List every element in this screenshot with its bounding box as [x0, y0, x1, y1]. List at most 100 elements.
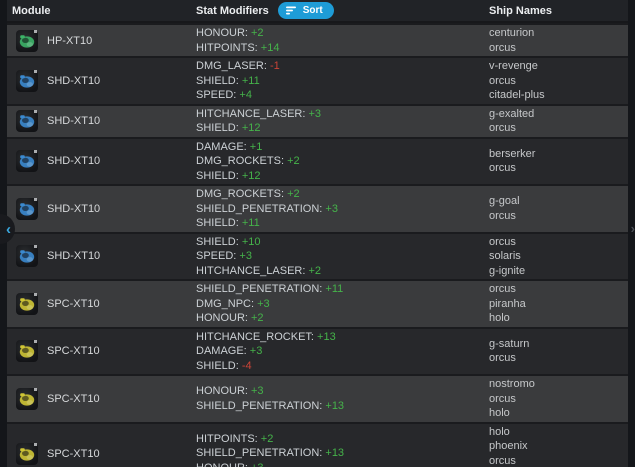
ship-name: orcus: [489, 282, 628, 297]
ship-names-cell: orcuspiranhaholo: [489, 282, 628, 326]
module-name: SHD-XT10: [47, 115, 100, 127]
ship-names-cell: v-revengeorcuscitadel-plus: [489, 59, 628, 103]
module-name: SHD-XT10: [47, 75, 100, 87]
ship-names-cell: centurionorcus: [489, 26, 628, 55]
stat-modifier: HITPOINTS: +14: [196, 41, 489, 56]
stat-modifier: SHIELD: +12: [196, 121, 489, 136]
stat-modifier: DMG_NPC: +3: [196, 297, 489, 312]
module-name: SPC-XT10: [47, 448, 100, 460]
module-level-mark: [34, 443, 37, 446]
module-level-mark: [34, 293, 37, 296]
stat-modifiers-cell: HITCHANCE_LASER: +3SHIELD: +12: [196, 107, 489, 136]
module-name: SHD-XT10: [47, 250, 100, 262]
module-cell: SPC-XT10: [7, 388, 196, 410]
shd-module-icon: [16, 198, 38, 220]
spc-module-icon: [16, 293, 38, 315]
ship-name: solaris: [489, 249, 628, 264]
stat-modifier: SHIELD: +12: [196, 169, 489, 184]
ship-names-cell: holophoenixorcus⋯1 more: [489, 425, 628, 467]
ship-name: citadel-plus: [489, 88, 628, 103]
sort-button[interactable]: Sort: [278, 2, 334, 19]
stat-modifiers-cell: HONOUR: +2HITPOINTS: +14: [196, 26, 489, 55]
stat-modifier: DAMAGE: +1: [196, 140, 489, 155]
carousel-next-icon: ›: [631, 221, 635, 236]
stat-modifiers-cell: SHIELD_PENETRATION: +11DMG_NPC: +3HONOUR…: [196, 282, 489, 326]
module-cell: SPC-XT10: [7, 443, 196, 465]
stat-modifier: HITCHANCE_LASER: +3: [196, 107, 489, 122]
ship-name: g-saturn: [489, 337, 628, 352]
ship-name: orcus: [489, 454, 628, 467]
stat-modifier: DAMAGE: +3: [196, 344, 489, 359]
ship-name: orcus: [489, 392, 628, 407]
stat-modifiers-cell: HONOUR: +3SHIELD_PENETRATION: +13: [196, 384, 489, 413]
stat-modifier: SPEED: +4: [196, 88, 489, 103]
ship-name: g-exalted: [489, 107, 628, 122]
ship-name: g-ignite: [489, 264, 628, 279]
stat-modifier: HITPOINTS: +2: [196, 432, 489, 447]
ship-names-cell: berserkerorcus: [489, 147, 628, 176]
ship-name: phoenix: [489, 439, 628, 454]
column-header-ship-names: Ship Names: [489, 5, 628, 17]
module-cell: SHD-XT10: [7, 198, 196, 220]
ship-names-cell: orcussolarisg-ignite: [489, 235, 628, 279]
module-level-mark: [34, 198, 37, 201]
module-level-mark: [34, 150, 37, 153]
ship-name: orcus: [489, 235, 628, 250]
stat-modifier: DMG_ROCKETS: +2: [196, 154, 489, 169]
ship-names-cell: g-exaltedorcus: [489, 107, 628, 136]
stat-modifiers-cell: HITPOINTS: +2SHIELD_PENETRATION: +13HONO…: [196, 432, 489, 467]
stat-modifier: SHIELD: +10: [196, 235, 489, 250]
module-level-mark: [34, 388, 37, 391]
sort-button-label: Sort: [303, 5, 323, 16]
stat-modifier: SHIELD_PENETRATION: +13: [196, 399, 489, 414]
module-cell: SHD-XT10: [7, 245, 196, 267]
ship-name: g-goal: [489, 194, 628, 209]
module-name: SPC-XT10: [47, 393, 100, 405]
hp-module-icon: [16, 30, 38, 52]
stat-modifiers-cell: SHIELD: +10SPEED: +3HITCHANCE_LASER: +2: [196, 235, 489, 279]
module-cell: SHD-XT10: [7, 110, 196, 132]
stat-modifier: SHIELD_PENETRATION: +11: [196, 282, 489, 297]
ship-name: orcus: [489, 121, 628, 136]
stat-modifier: SHIELD: -4: [196, 359, 489, 374]
table-row: SHD-XT10DAMAGE: +1DMG_ROCKETS: +2SHIELD:…: [7, 137, 628, 185]
table-row: SHD-XT10 DMG_LASER: -1SHIELD: +11SPEED: +…: [7, 56, 628, 104]
table-row: SPC-XT10HITCHANCE_ROCKET: +13DAMAGE: +3S…: [7, 327, 628, 375]
ship-name: berserker: [489, 147, 628, 162]
spc-module-icon: [16, 388, 38, 410]
shd-module-icon: [16, 150, 38, 172]
column-header-stat-modifiers: Stat Modifiers Sort: [196, 2, 489, 19]
module-name: SPC-XT10: [47, 298, 100, 310]
stat-modifier: SHIELD_PENETRATION: +13: [196, 446, 489, 461]
stat-modifier: HONOUR: +2: [196, 26, 489, 41]
stat-modifier: SHIELD_PENETRATION: +3: [196, 202, 489, 217]
module-level-mark: [34, 110, 37, 113]
module-cell: SHD-XT10: [7, 70, 196, 92]
stat-modifiers-cell: DAMAGE: +1DMG_ROCKETS: +2SHIELD: +12: [196, 140, 489, 184]
ship-name: orcus: [489, 351, 628, 366]
stat-modifier: SPEED: +3: [196, 249, 489, 264]
module-cell: SPC-XT10: [7, 293, 196, 315]
shd-module-icon: [16, 70, 38, 92]
stat-modifiers-cell: DMG_ROCKETS: +2SHIELD_PENETRATION: +3SHI…: [196, 187, 489, 231]
ship-names-cell: g-goalorcus: [489, 194, 628, 223]
stat-modifiers-cell: DMG_LASER: -1SHIELD: +11SPEED: +4: [196, 59, 489, 103]
stat-modifier: HITCHANCE_ROCKET: +13: [196, 330, 489, 345]
stat-modifier: DMG_ROCKETS: +2: [196, 187, 489, 202]
table-row: SPC-XT10 HONOUR: +3SHIELD_PENETRATION: +1…: [7, 374, 628, 422]
ship-name: orcus: [489, 41, 628, 56]
stat-modifier: HONOUR: +3: [196, 461, 489, 467]
stat-modifiers-cell: HITCHANCE_ROCKET: +13DAMAGE: +3SHIELD: -…: [196, 330, 489, 374]
ship-name: v-revenge: [489, 59, 628, 74]
ship-name: holo: [489, 425, 628, 440]
stat-modifier: HONOUR: +3: [196, 384, 489, 399]
spc-module-icon: [16, 340, 38, 362]
table-row: SPC-XT10 SHIELD_PENETRATION: +11DMG_NPC: …: [7, 279, 628, 327]
sort-icon: [286, 6, 297, 15]
ship-name: holo: [489, 406, 628, 421]
module-level-mark: [34, 340, 37, 343]
module-name: HP-XT10: [47, 35, 92, 47]
table-body: HP-XT10 HONOUR: +2HITPOINTS: +14centurion…: [7, 23, 628, 467]
ship-name: centurion: [489, 26, 628, 41]
shd-module-icon: [16, 245, 38, 267]
